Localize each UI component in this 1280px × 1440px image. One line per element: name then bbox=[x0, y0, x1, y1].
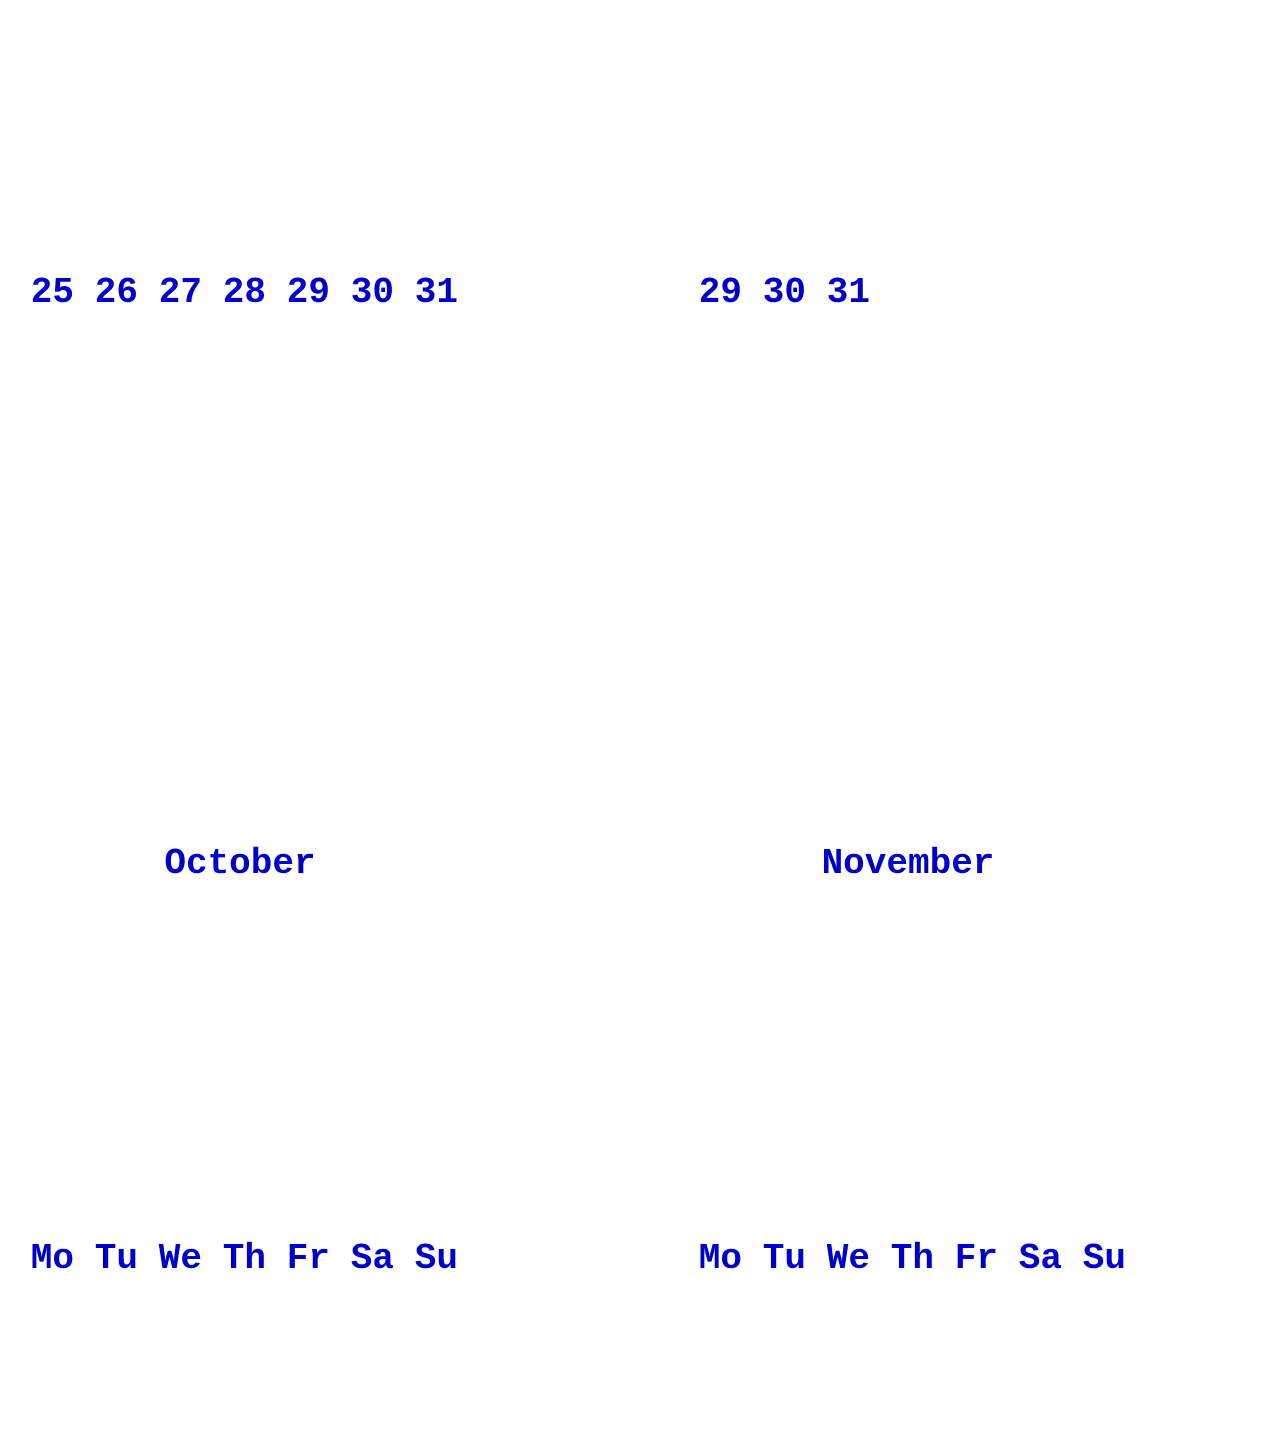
cal-day: 29 bbox=[684, 271, 748, 315]
week-row: 25 26 27 28 29 30 31 bbox=[16, 271, 464, 315]
calendar-row-top-cutoff: 25 26 27 28 29 30 31 29 30 31 bbox=[16, 184, 1264, 404]
day-header: Mo bbox=[684, 1237, 748, 1281]
day-header: We bbox=[812, 1237, 876, 1281]
cal-day: 28 bbox=[208, 271, 272, 315]
cal-day: 25 bbox=[16, 271, 80, 315]
cal-day: 30 bbox=[748, 271, 812, 315]
day-header: Th bbox=[876, 1237, 940, 1281]
day-header: Sa bbox=[336, 1237, 400, 1281]
month-title-october: October bbox=[16, 842, 464, 886]
month-title-row: October November bbox=[16, 755, 1264, 975]
day-header: Su bbox=[1068, 1237, 1132, 1281]
cal-day: 30 bbox=[336, 271, 400, 315]
day-header: Th bbox=[208, 1237, 272, 1281]
day-header: Sa bbox=[1004, 1237, 1068, 1281]
cal-day: 29 bbox=[272, 271, 336, 315]
month-title-november: November bbox=[684, 842, 1132, 886]
cal-day: 26 bbox=[80, 271, 144, 315]
day-header: Mo bbox=[16, 1237, 80, 1281]
day-header: Fr bbox=[940, 1237, 1004, 1281]
day-header-row: Mo Tu We Th Fr Sa Su Mo Tu We Th Fr Sa S… bbox=[16, 1150, 1264, 1370]
day-header: Fr bbox=[272, 1237, 336, 1281]
cal-day: 31 bbox=[400, 271, 464, 315]
terminal-output[interactable]: 25 26 27 28 29 30 31 29 30 31 October No… bbox=[0, 0, 1280, 1440]
day-header: Tu bbox=[748, 1237, 812, 1281]
cal-day: 27 bbox=[144, 271, 208, 315]
week-row: 29 30 31 bbox=[684, 271, 876, 315]
cal-day: 31 bbox=[812, 271, 876, 315]
day-header: We bbox=[144, 1237, 208, 1281]
day-header: Su bbox=[400, 1237, 464, 1281]
day-header: Tu bbox=[80, 1237, 144, 1281]
